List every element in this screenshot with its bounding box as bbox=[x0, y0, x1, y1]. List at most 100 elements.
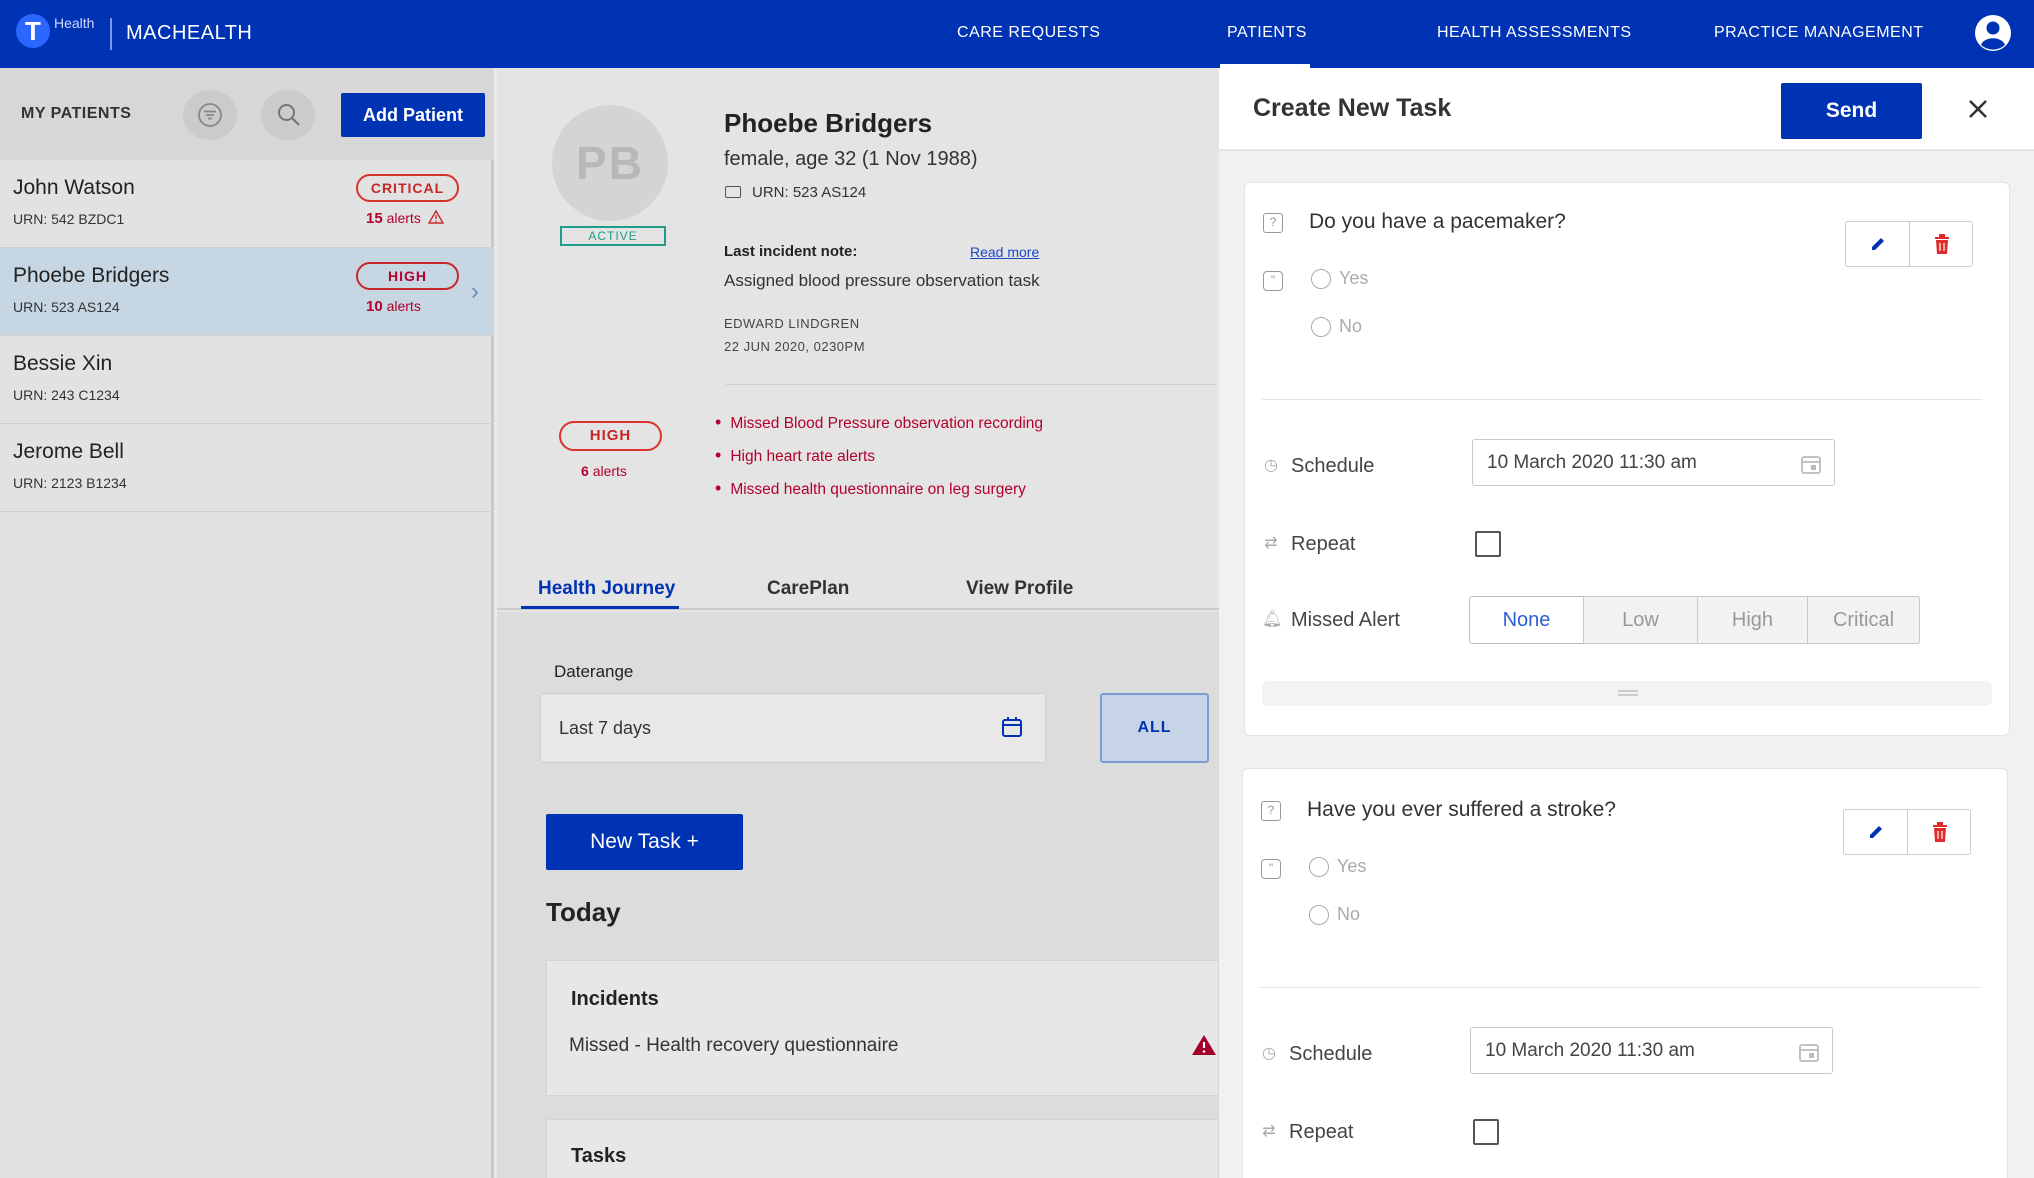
alert-item: Missed health questionnaire on leg surge… bbox=[715, 478, 1043, 511]
radio-yes[interactable] bbox=[1309, 857, 1329, 877]
new-task-button[interactable]: New Task + bbox=[546, 814, 743, 870]
patient-full-name: Phoebe Bridgers bbox=[724, 108, 933, 138]
action-separator bbox=[1907, 810, 1908, 854]
alert-count: 15 alerts bbox=[366, 209, 444, 227]
patient-list-title: MY PATIENTS bbox=[21, 105, 132, 122]
schedule-date-input[interactable]: 10 March 2020 11:30 am bbox=[1470, 1027, 1833, 1074]
tab-careplan[interactable]: CarePlan bbox=[767, 578, 849, 600]
read-more-link[interactable]: Read more bbox=[970, 244, 1039, 260]
health-journey-content: Daterange Last 7 days ALL New Task + Tod… bbox=[497, 612, 1219, 1178]
incident-item[interactable]: Missed - Health recovery questionnaire bbox=[569, 1035, 899, 1057]
alert-count: 10 alerts bbox=[366, 298, 421, 315]
tab-health-journey[interactable]: Health Journey bbox=[538, 578, 675, 600]
alert-item: Missed Blood Pressure observation record… bbox=[715, 412, 1043, 445]
priority-badge: HIGH bbox=[356, 262, 459, 290]
repeat-icon: ⇄ bbox=[1262, 1123, 1276, 1140]
author-name: EDWARD LINDGREN bbox=[724, 316, 860, 331]
action-separator bbox=[1909, 222, 1910, 266]
repeat-checkbox[interactable] bbox=[1475, 531, 1501, 557]
calendar-icon[interactable] bbox=[1798, 1041, 1820, 1063]
question-divider bbox=[1262, 399, 1982, 400]
radio-yes[interactable] bbox=[1311, 269, 1331, 289]
radio-yes-label: Yes bbox=[1339, 268, 1369, 288]
clock-icon: ◷ bbox=[1264, 457, 1278, 474]
patient-avatar: PB bbox=[552, 105, 668, 221]
daterange-value: Last 7 days bbox=[559, 718, 652, 738]
drag-handle[interactable] bbox=[1262, 681, 1992, 706]
incidents-card: Incidents Missed - Health recovery quest… bbox=[546, 960, 1219, 1096]
question-icon: ? bbox=[1263, 213, 1283, 233]
nav-practice-management[interactable]: PRACTICE MANAGEMENT bbox=[1714, 24, 1924, 42]
radio-no[interactable] bbox=[1309, 905, 1329, 925]
radio-yes-label: Yes bbox=[1337, 856, 1367, 876]
alert-list: Missed Blood Pressure observation record… bbox=[715, 412, 1043, 511]
missed-alert-high[interactable]: High bbox=[1697, 596, 1808, 644]
missed-alert-critical[interactable]: Critical bbox=[1807, 596, 1920, 644]
radio-no[interactable] bbox=[1311, 317, 1331, 337]
patient-row-jerome-bell[interactable]: Jerome Bell URN: 2123 B1234 bbox=[0, 424, 494, 512]
nav-health-assessments[interactable]: HEALTH ASSESSMENTS bbox=[1437, 24, 1632, 42]
delete-icon[interactable] bbox=[1930, 821, 1950, 843]
create-task-header: Create New Task Send bbox=[1219, 68, 2034, 151]
create-task-panel: Create New Task Send ? Do you have a pac… bbox=[1219, 68, 2034, 1178]
radio-no-label: No bbox=[1339, 316, 1363, 336]
logo-health-label: Health bbox=[54, 15, 95, 31]
question-divider bbox=[1260, 987, 1980, 988]
patient-urn: URN: 523 AS124 bbox=[13, 299, 120, 315]
status-badge: ACTIVE bbox=[560, 226, 666, 246]
patient-demographics: female, age 32 (1 Nov 1988) bbox=[724, 148, 978, 170]
question-actions bbox=[1843, 809, 1971, 855]
tab-active-indicator bbox=[521, 606, 679, 609]
add-patient-button[interactable]: Add Patient bbox=[341, 93, 485, 137]
filter-button[interactable] bbox=[183, 90, 237, 140]
calendar-icon[interactable] bbox=[1001, 716, 1023, 738]
patient-row-phoebe-bridgers[interactable]: Phoebe Bridgers URN: 523 AS124 HIGH 10 a… bbox=[0, 248, 494, 336]
patient-list-header: MY PATIENTS Add Patient bbox=[0, 68, 494, 160]
question-card: ? Have you ever suffered a stroke? " Yes… bbox=[1242, 768, 2008, 1178]
repeat-checkbox[interactable] bbox=[1473, 1119, 1499, 1145]
warning-icon bbox=[427, 209, 444, 224]
answer-type-icon: " bbox=[1263, 271, 1283, 291]
missed-alert-none[interactable]: None bbox=[1469, 596, 1584, 644]
radio-no-label: No bbox=[1337, 904, 1361, 924]
tasks-card: Tasks bbox=[546, 1119, 1219, 1178]
patient-name: Phoebe Bridgers bbox=[13, 264, 170, 287]
tab-view-profile[interactable]: View Profile bbox=[966, 578, 1073, 600]
patient-urn: URN: 2123 B1234 bbox=[13, 475, 127, 491]
missed-alert-low[interactable]: Low bbox=[1583, 596, 1698, 644]
brand-name: MACHEALTH bbox=[126, 22, 253, 44]
calendar-icon[interactable] bbox=[1800, 453, 1822, 475]
alert-count: 6 alerts bbox=[581, 463, 627, 479]
patient-row-john-watson[interactable]: John Watson URN: 542 BZDC1 CRITICAL 15 a… bbox=[0, 160, 494, 248]
schedule-date-input[interactable]: 10 March 2020 11:30 am bbox=[1472, 439, 1835, 486]
incident-note-text: Assigned blood pressure observation task bbox=[724, 271, 1040, 290]
user-account-icon[interactable] bbox=[1974, 14, 2012, 52]
patient-detail-panel: PB ACTIVE Phoebe Bridgers female, age 32… bbox=[497, 68, 1219, 1178]
all-filter-button[interactable]: ALL bbox=[1100, 693, 1209, 763]
nav-care-requests[interactable]: CARE REQUESTS bbox=[957, 24, 1100, 42]
answer-type-icon: " bbox=[1261, 859, 1281, 879]
delete-icon[interactable] bbox=[1932, 233, 1952, 255]
search-button[interactable] bbox=[261, 90, 315, 140]
bell-icon: 🔔︎ bbox=[1262, 611, 1283, 628]
warning-icon bbox=[1192, 1035, 1216, 1055]
repeat-label: Repeat bbox=[1289, 1121, 1354, 1143]
patient-list-panel: MY PATIENTS Add Patient John Watson URN:… bbox=[0, 68, 494, 1178]
edit-icon[interactable] bbox=[1868, 234, 1888, 254]
close-icon[interactable] bbox=[1967, 98, 1989, 120]
patient-urn: URN: 243 C1234 bbox=[13, 387, 120, 403]
section-divider bbox=[726, 384, 1216, 385]
alert-item: High heart rate alerts bbox=[715, 445, 1043, 478]
priority-badge: CRITICAL bbox=[356, 174, 459, 202]
incidents-title: Incidents bbox=[571, 988, 659, 1010]
telstra-logo-icon[interactable]: T bbox=[16, 14, 50, 48]
repeat-icon: ⇄ bbox=[1264, 535, 1278, 552]
search-icon bbox=[278, 104, 300, 126]
nav-patients[interactable]: PATIENTS bbox=[1227, 24, 1307, 42]
patient-row-bessie-xin[interactable]: Bessie Xin URN: 243 C1234 bbox=[0, 336, 494, 424]
drag-handle-icon bbox=[1618, 690, 1638, 692]
schedule-date-value: 10 March 2020 11:30 am bbox=[1485, 1040, 1695, 1061]
daterange-field[interactable]: Last 7 days bbox=[540, 693, 1046, 763]
edit-icon[interactable] bbox=[1866, 822, 1886, 842]
send-button[interactable]: Send bbox=[1781, 83, 1922, 139]
